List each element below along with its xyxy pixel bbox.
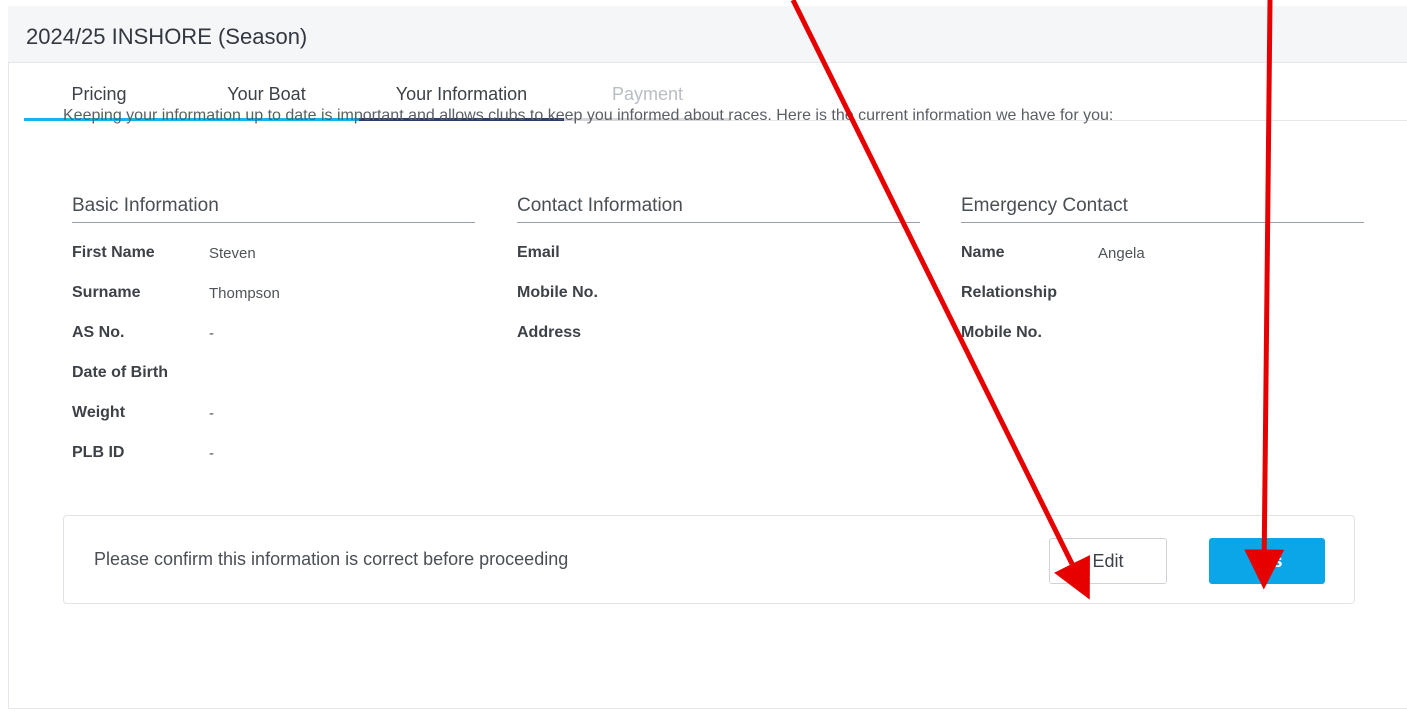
field-label: Name [961,244,1005,261]
confirmation-message: Please confirm this information is corre… [94,549,569,569]
field-value: Thompson [209,285,280,302]
field-as-no: AS No. - [72,313,475,353]
page-title: 2024/25 INSHORE (Season) [26,24,308,49]
field-value: - [209,445,214,462]
field-label: Relationship [961,284,1058,301]
yes-button[interactable]: Yes [1209,538,1325,584]
field-label: AS No. [72,324,125,341]
field-emergency-name: Name Angela [961,233,1364,273]
basic-information-section: Basic Information First Name Steven Surna… [72,190,475,473]
field-label: Email [517,244,560,261]
field-first-name: First Name Steven [72,233,475,273]
field-value: - [209,325,214,342]
field-value: Steven [209,245,256,262]
field-label: Surname [72,284,141,301]
page-header: 2024/25 INSHORE (Season) [8,6,1407,62]
contact-information-section: Contact Information Email Mobile No. Add… [517,190,920,353]
field-label: Weight [72,404,126,421]
field-label: Mobile No. [517,284,598,301]
confirmation-panel: Please confirm this information is corre… [63,515,1355,604]
field-label: First Name [72,244,155,261]
field-value: - [209,405,214,422]
contact-information-heading: Contact Information [517,190,920,223]
field-emergency-mobile-no: Mobile No. [961,313,1364,353]
field-plb-id: PLB ID - [72,433,475,473]
field-value: Angela [1098,245,1145,262]
basic-information-heading: Basic Information [72,190,475,223]
field-emergency-relationship: Relationship [961,273,1364,313]
intro-text: Keeping your information up to date is i… [63,107,1114,124]
field-label: Date of Birth [72,364,168,381]
field-label: Mobile No. [961,324,1042,341]
field-date-of-birth: Date of Birth [72,353,475,393]
field-mobile-no: Mobile No. [517,273,920,313]
field-surname: Surname Thompson [72,273,475,313]
emergency-contact-section: Emergency Contact Name Angela Relationshi… [961,190,1364,353]
field-label: Address [517,324,582,341]
field-weight: Weight - [72,393,475,433]
emergency-contact-heading: Emergency Contact [961,190,1364,223]
edit-button[interactable]: Edit [1049,538,1167,584]
field-label: PLB ID [72,444,125,461]
field-address: Address [517,313,920,353]
field-email: Email [517,233,920,273]
